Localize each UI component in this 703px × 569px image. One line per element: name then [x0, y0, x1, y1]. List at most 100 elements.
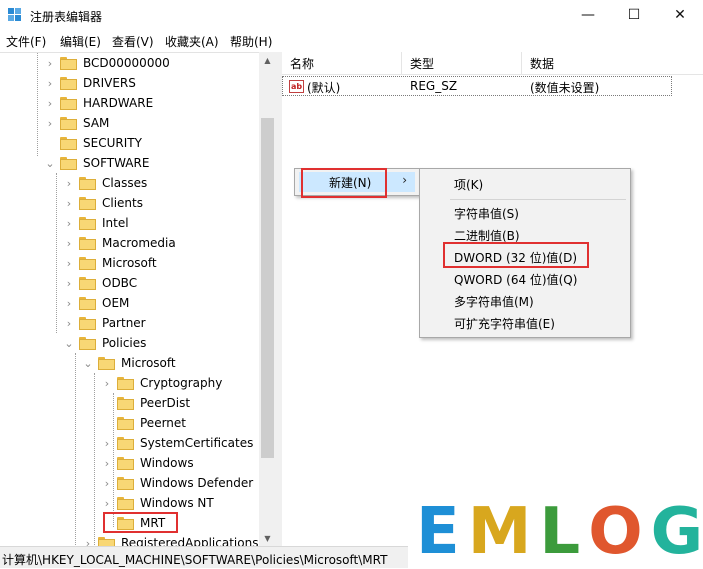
tree-item[interactable]: ⌄ Microsoft	[82, 353, 175, 373]
expand-chevron-icon[interactable]: ›	[82, 533, 94, 548]
menu-view[interactable]: 查看(V)	[112, 33, 154, 50]
tree-item[interactable]: › Macromedia	[63, 233, 176, 253]
tree-item[interactable]: › SAM	[44, 113, 110, 133]
tree-item[interactable]: › Intel	[63, 213, 129, 233]
collapse-chevron-icon[interactable]: ⌄	[44, 153, 56, 173]
collapse-chevron-icon[interactable]: ⌄	[82, 353, 94, 373]
expand-chevron-icon[interactable]: ›	[44, 113, 56, 133]
tree-item[interactable]: › Clients	[63, 193, 143, 213]
menu-help[interactable]: 帮助(H)	[230, 33, 272, 50]
menu-edit[interactable]: 编辑(E)	[60, 33, 101, 50]
tree-item[interactable]: SECURITY	[44, 133, 142, 153]
folder-icon	[60, 136, 77, 150]
tree-item[interactable]: › Partner	[63, 313, 146, 333]
submenu-item-expandable-string[interactable]: 可扩充字符串值(E)	[454, 315, 555, 332]
expand-chevron-icon[interactable]: ›	[63, 193, 75, 213]
scrollbar-thumb[interactable]	[261, 118, 274, 458]
watermark-letter: O	[588, 495, 643, 569]
tree-guide	[94, 373, 96, 547]
tree-item-label: DRIVERS	[83, 76, 136, 90]
submenu-item-multi-string[interactable]: 多字符串值(M)	[454, 293, 534, 310]
folder-icon	[79, 176, 96, 190]
collapse-chevron-icon[interactable]: ⌄	[63, 333, 75, 353]
tree-item[interactable]: ⌄ SOFTWARE	[44, 153, 149, 173]
tree-item[interactable]: › ODBC	[63, 273, 137, 293]
expand-chevron-icon[interactable]: ›	[101, 373, 113, 393]
column-header-data[interactable]: 数据	[522, 52, 703, 74]
folder-icon	[60, 96, 77, 110]
folder-icon	[79, 316, 96, 330]
list-header: 名称 类型 数据	[282, 52, 703, 75]
expand-chevron-icon[interactable]: ›	[63, 213, 75, 233]
expand-chevron-icon[interactable]: ›	[44, 53, 56, 73]
expand-chevron-icon[interactable]: ›	[44, 73, 56, 93]
expand-chevron-icon[interactable]: ›	[63, 233, 75, 253]
expand-chevron-icon[interactable]: ›	[63, 313, 75, 333]
submenu-item-string[interactable]: 字符串值(S)	[454, 205, 519, 222]
value-type: REG_SZ	[410, 79, 458, 93]
tree-item[interactable]: › Cryptography	[101, 373, 223, 393]
submenu-item-qword[interactable]: QWORD (64 位)值(Q)	[454, 271, 577, 288]
tree-item[interactable]: Peernet	[101, 413, 186, 433]
window-title: 注册表编辑器	[30, 10, 103, 24]
watermark-letter: E	[416, 495, 460, 569]
menu-file[interactable]: 文件(F)	[6, 33, 46, 50]
menu-favorites[interactable]: 收藏夹(A)	[165, 33, 219, 50]
tree-item[interactable]: › OEM	[63, 293, 130, 313]
expand-chevron-icon[interactable]: ›	[63, 173, 75, 193]
expand-chevron-icon[interactable]: ›	[44, 93, 56, 113]
tree-guide	[37, 53, 39, 156]
tree-item-label: Intel	[102, 216, 129, 230]
expand-chevron-icon[interactable]: ›	[101, 473, 113, 493]
column-header-name[interactable]: 名称	[282, 52, 402, 74]
tree-item-label: ODBC	[102, 276, 138, 290]
tree-item-label: SECURITY	[83, 136, 142, 150]
tree-item-label: Windows Defender	[140, 476, 254, 490]
expand-chevron-icon[interactable]: ›	[101, 453, 113, 473]
submenu-item-key[interactable]: 项(K)	[454, 176, 483, 193]
folder-icon	[79, 256, 96, 270]
tree-item[interactable]: › DRIVERS	[44, 73, 136, 93]
tree-item[interactable]: › Microsoft	[63, 253, 157, 273]
watermark-letter: L	[539, 495, 581, 569]
column-header-type[interactable]: 类型	[402, 52, 522, 74]
tree-item-label: Classes	[102, 176, 148, 190]
scroll-up-icon[interactable]: ▲	[259, 52, 276, 68]
tree-guide	[56, 173, 58, 333]
tree-item[interactable]: › Classes	[63, 173, 147, 193]
expand-chevron-icon[interactable]: ›	[101, 493, 113, 513]
registry-tree[interactable]: › BCD00000000 › DRIVERS › HARDWARE › SAM SEC…	[0, 52, 276, 547]
tree-item[interactable]: › Windows NT	[101, 493, 214, 513]
emlog-watermark-logo: E M L O G	[408, 496, 703, 568]
maximize-button[interactable]: ☐	[611, 0, 657, 30]
tree-item[interactable]: PeerDist	[101, 393, 190, 413]
expand-chevron-icon	[44, 133, 56, 153]
expand-chevron-icon	[101, 393, 113, 413]
tree-item[interactable]: ⌄ Policies	[63, 333, 146, 353]
expand-chevron-icon[interactable]: ›	[63, 293, 75, 313]
tree-item[interactable]: › Windows	[101, 453, 194, 473]
tree-item-label: BCD00000000	[83, 56, 170, 70]
minimize-button[interactable]: —	[565, 0, 611, 30]
tree-item[interactable]: › BCD00000000	[44, 53, 170, 73]
tree-item-label: Clients	[102, 196, 143, 210]
tree-item[interactable]: › RegisteredApplications	[82, 533, 258, 547]
tree-item-label: Windows	[140, 456, 194, 470]
tree-item-label: PeerDist	[140, 396, 191, 410]
table-row[interactable]: ab (默认) REG_SZ (数值未设置)	[282, 76, 672, 96]
expand-chevron-icon[interactable]: ›	[63, 253, 75, 273]
scroll-down-icon[interactable]: ▼	[259, 530, 276, 546]
tree-item[interactable]: › HARDWARE	[44, 93, 153, 113]
expand-chevron-icon[interactable]: ›	[101, 433, 113, 453]
tree-item-label: SOFTWARE	[83, 156, 150, 170]
tree-item[interactable]: › SystemCertificates	[101, 433, 254, 453]
tree-item-label: OEM	[102, 296, 130, 310]
folder-icon	[117, 376, 134, 390]
tree-scrollbar[interactable]: ▲ ▼	[259, 52, 276, 546]
mrt-highlight-box	[103, 512, 178, 533]
close-button[interactable]: ✕	[657, 0, 703, 30]
expand-chevron-icon[interactable]: ›	[63, 273, 75, 293]
tree-item[interactable]: › Windows Defender	[101, 473, 253, 493]
folder-icon	[79, 236, 96, 250]
submenu-arrow-icon: ›	[402, 173, 407, 187]
